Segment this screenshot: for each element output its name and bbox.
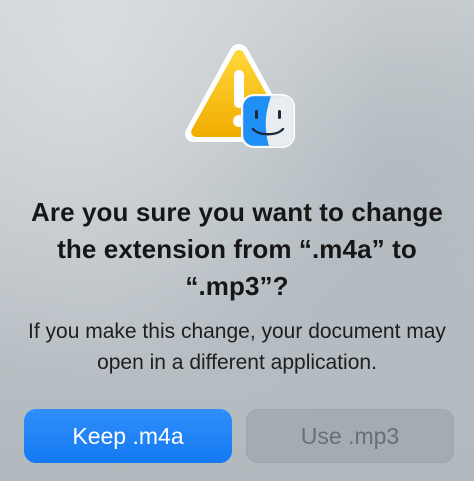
alert-dialog: Are you sure you want to change the exte… [0, 0, 474, 481]
dialog-title: Are you sure you want to change the exte… [31, 197, 443, 301]
use-new-extension-button[interactable]: Use .mp3 [246, 409, 454, 463]
keep-extension-button[interactable]: Keep .m4a [24, 409, 232, 463]
finder-icon [241, 94, 295, 148]
dialog-icon [183, 42, 295, 152]
dialog-message: If you make this change, your document m… [28, 320, 446, 374]
